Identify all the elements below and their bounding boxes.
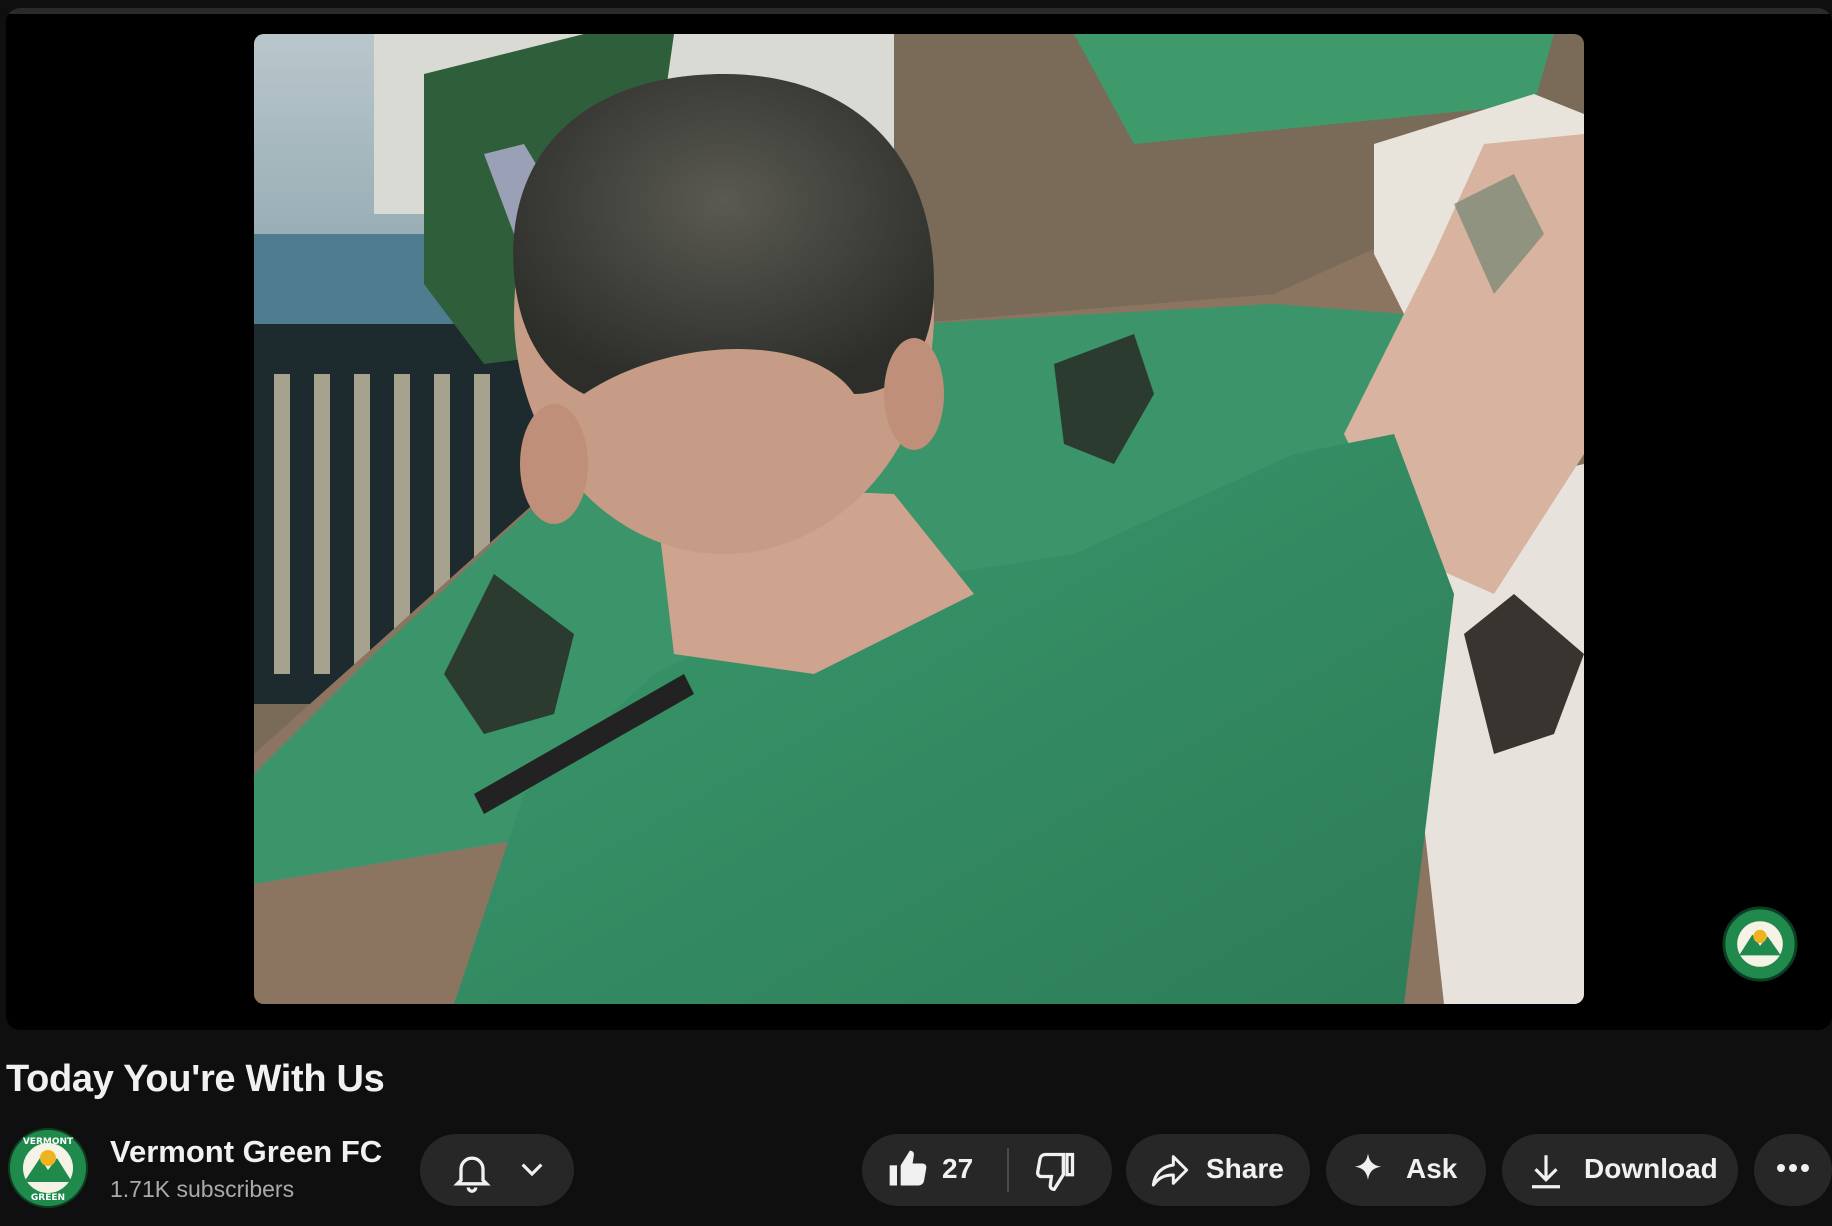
share-label: Share [1206,1153,1284,1184]
chevron-down-icon [516,1154,548,1191]
video-title: Today You're With Us [6,1058,385,1100]
channel-row: VERMONT GREEN Vermont Green FC 1.71K sub… [6,1128,1832,1208]
more-actions-button[interactable] [1754,1134,1832,1206]
subscriber-count: 1.71K subscribers [110,1176,295,1202]
avatar-logo-top-text: VERMONT [23,1137,74,1147]
share-button[interactable]: Share [1126,1134,1310,1206]
thumbs-up-icon[interactable] [886,1146,930,1197]
share-arrow-icon [1148,1150,1192,1195]
download-label: Download [1584,1153,1718,1184]
bell-icon [450,1148,494,1199]
download-icon [1524,1150,1568,1197]
sparkle-icon [1348,1150,1388,1195]
channel-avatar[interactable]: VERMONT GREEN [8,1128,88,1208]
channel-name[interactable]: Vermont Green FC [110,1134,382,1170]
ask-label: Ask [1406,1153,1458,1184]
like-separator [1007,1148,1009,1192]
player-top-edge [6,8,1832,14]
like-count[interactable]: 27 [942,1153,973,1185]
video-player[interactable] [6,8,1832,1030]
avatar-logo-bottom-text: GREEN [31,1193,65,1203]
video-frame[interactable] [254,34,1584,1004]
thumbs-down-icon[interactable] [1034,1148,1078,1199]
more-horizontal-icon [1775,1161,1811,1179]
download-button[interactable]: Download [1502,1134,1738,1206]
video-still [254,34,1584,1004]
ask-button[interactable]: Ask [1326,1134,1486,1206]
channel-watermark-logo[interactable] [1722,906,1798,982]
subscribed-notifications-button[interactable] [420,1134,574,1206]
like-dislike-group: 27 [862,1134,1112,1206]
